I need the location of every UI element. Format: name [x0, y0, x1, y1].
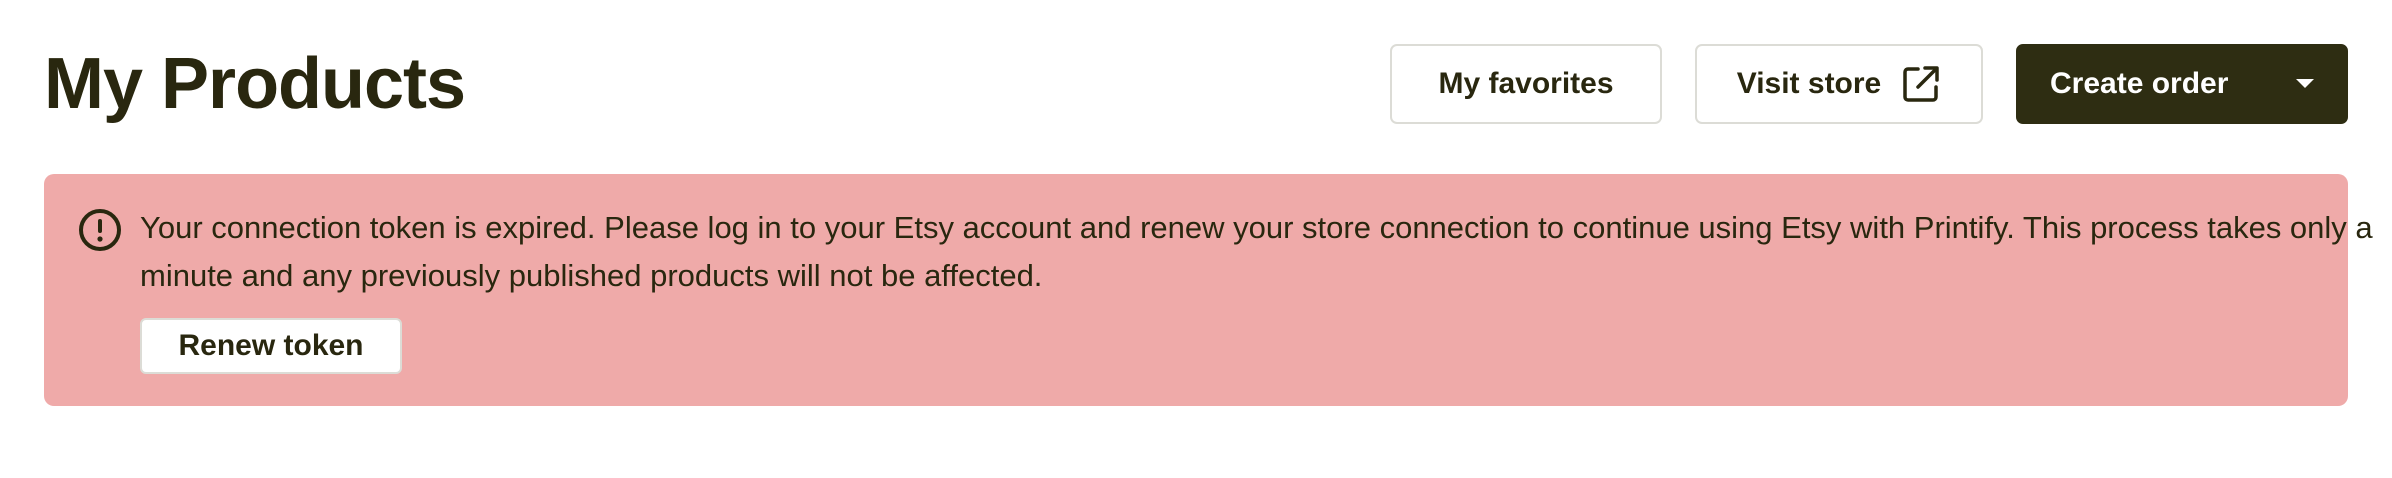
my-favorites-button[interactable]: My favorites	[1390, 44, 1662, 124]
renew-token-label: Renew token	[178, 329, 364, 362]
products-page: My Products My favorites Visit store Cre…	[0, 0, 2392, 478]
visit-store-label: Visit store	[1736, 67, 1882, 100]
header-actions: My favorites Visit store Create order	[1390, 44, 2348, 124]
create-order-button[interactable]: Create order	[2016, 44, 2348, 124]
create-order-label: Create order	[2050, 67, 2229, 100]
page-header: My Products My favorites Visit store Cre…	[44, 44, 2348, 124]
page-title: My Products	[44, 44, 466, 124]
caret-down-icon	[2294, 77, 2316, 91]
my-favorites-label: My favorites	[1438, 67, 1614, 100]
alert-message: Your connection token is expired. Please…	[140, 210, 2373, 293]
token-expired-alert: Your connection token is expired. Please…	[44, 174, 2373, 406]
visit-store-button[interactable]: Visit store	[1695, 44, 1983, 124]
renew-token-button[interactable]: Renew token	[140, 318, 402, 374]
external-link-icon	[1901, 64, 1941, 104]
exclamation-circle-icon	[78, 208, 122, 252]
